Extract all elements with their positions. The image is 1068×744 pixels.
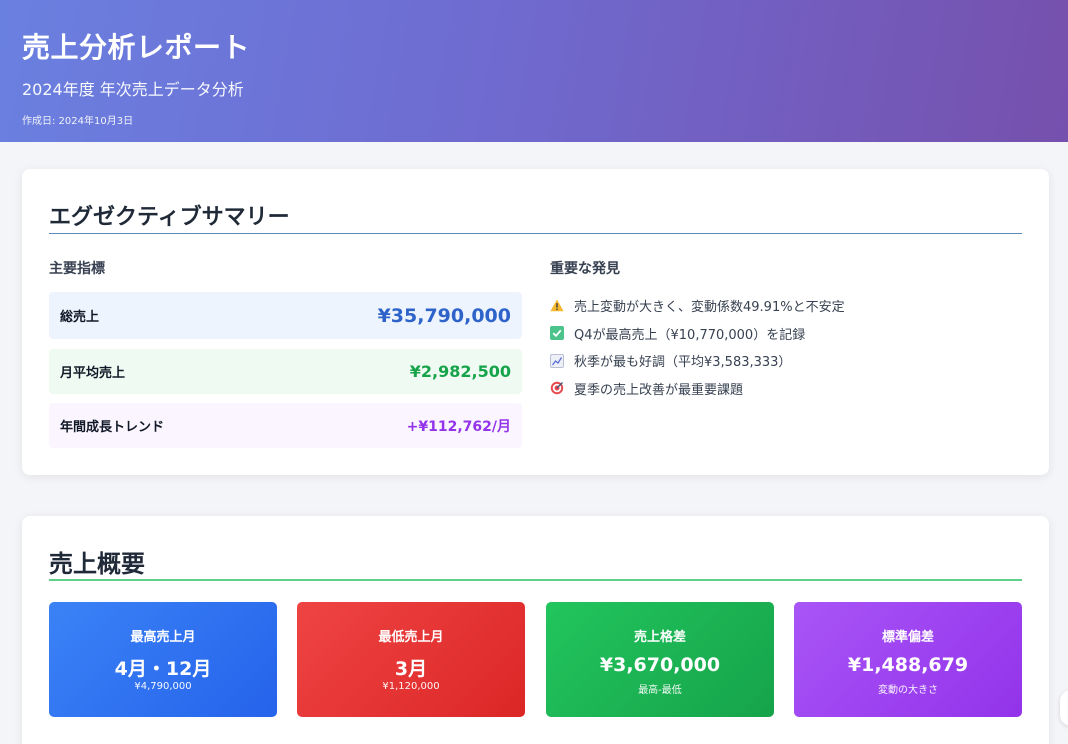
key-findings-list: 売上変動が大きく、変動係数49.91%と不安定 Q4が最高売上（¥10,770,… [550,292,845,402]
stat-sub: 変動の大きさ [878,685,938,696]
metric-value: ¥35,790,000 [377,304,511,327]
scroll-to-top-button[interactable] [1060,690,1068,726]
stat-label: 売上格差 [633,630,686,645]
sales-overview-card: 売上概要 最高売上月 4月・12月 ¥4,790,000 最低売上月 3月 ¥1… [22,516,1049,744]
finding-text: Q4が最高売上（¥10,770,000）を記録 [574,327,806,343]
list-item: Q4が最高売上（¥10,770,000）を記録 [550,320,845,347]
metric-label: 月平均売上 [60,366,126,381]
section-divider [49,579,1022,581]
executive-summary-card: エグゼクティブサマリー 主要指標 総売上 ¥35,790,000 月平均売上 ¥… [22,169,1049,475]
stat-card-std-deviation: 標準偏差 ¥1,488,679 変動の大きさ [794,602,1022,717]
chart-up-icon [550,353,564,368]
check-icon [550,326,564,340]
stat-card-lowest-month: 最低売上月 3月 ¥1,120,000 [297,602,525,717]
report-header: 売上分析レポート 2024年度 年次売上データ分析 作成日: 2024年10月3… [0,0,1068,142]
sales-overview-title: 売上概要 [49,550,145,578]
report-date: 作成日: 2024年10月3日 [22,116,134,127]
metric-growth-trend: 年間成長トレンド +¥112,762/月 [49,403,522,448]
warning-icon [550,299,564,313]
metric-total-sales: 総売上 ¥35,790,000 [49,292,522,339]
report-title: 売上分析レポート [22,31,251,64]
stat-sub: 最高-最低 [638,685,682,696]
stat-value: 3月 [394,658,428,680]
report-subtitle: 2024年度 年次売上データ分析 [22,80,244,99]
section-divider [49,233,1022,234]
key-metrics-heading: 主要指標 [49,261,105,277]
metric-monthly-average: 月平均売上 ¥2,982,500 [49,349,522,394]
finding-text: 夏季の売上改善が最重要課題 [574,382,744,398]
target-icon [550,381,564,395]
stat-label: 標準偏差 [881,630,934,645]
stat-value: 4月・12月 [114,658,212,680]
stat-label: 最低売上月 [378,630,444,645]
stat-sub: ¥4,790,000 [134,681,192,692]
list-item: 夏季の売上改善が最重要課題 [550,375,845,402]
finding-text: 売上変動が大きく、変動係数49.91%と不安定 [574,300,845,315]
metric-label: 総売上 [60,310,100,325]
list-item: 秋季が最も好調（平均¥3,583,333） [550,347,845,374]
stat-card-highest-month: 最高売上月 4月・12月 ¥4,790,000 [49,602,277,717]
executive-summary-title: エグゼクティブサマリー [49,205,290,230]
metric-value: ¥2,982,500 [409,362,511,381]
stat-sub: ¥1,120,000 [382,681,440,692]
finding-text: 秋季が最も好調（平均¥3,583,333） [574,355,792,370]
stat-value: ¥3,670,000 [599,654,721,676]
stat-card-sales-gap: 売上格差 ¥3,670,000 最高-最低 [546,602,774,717]
key-findings-heading: 重要な発見 [550,261,620,277]
list-item: 売上変動が大きく、変動係数49.91%と不安定 [550,292,845,319]
stat-value: ¥1,488,679 [847,654,969,676]
metric-value: +¥112,762/月 [406,418,511,435]
stat-label: 最高売上月 [130,630,196,645]
metric-label: 年間成長トレンド [60,420,165,435]
